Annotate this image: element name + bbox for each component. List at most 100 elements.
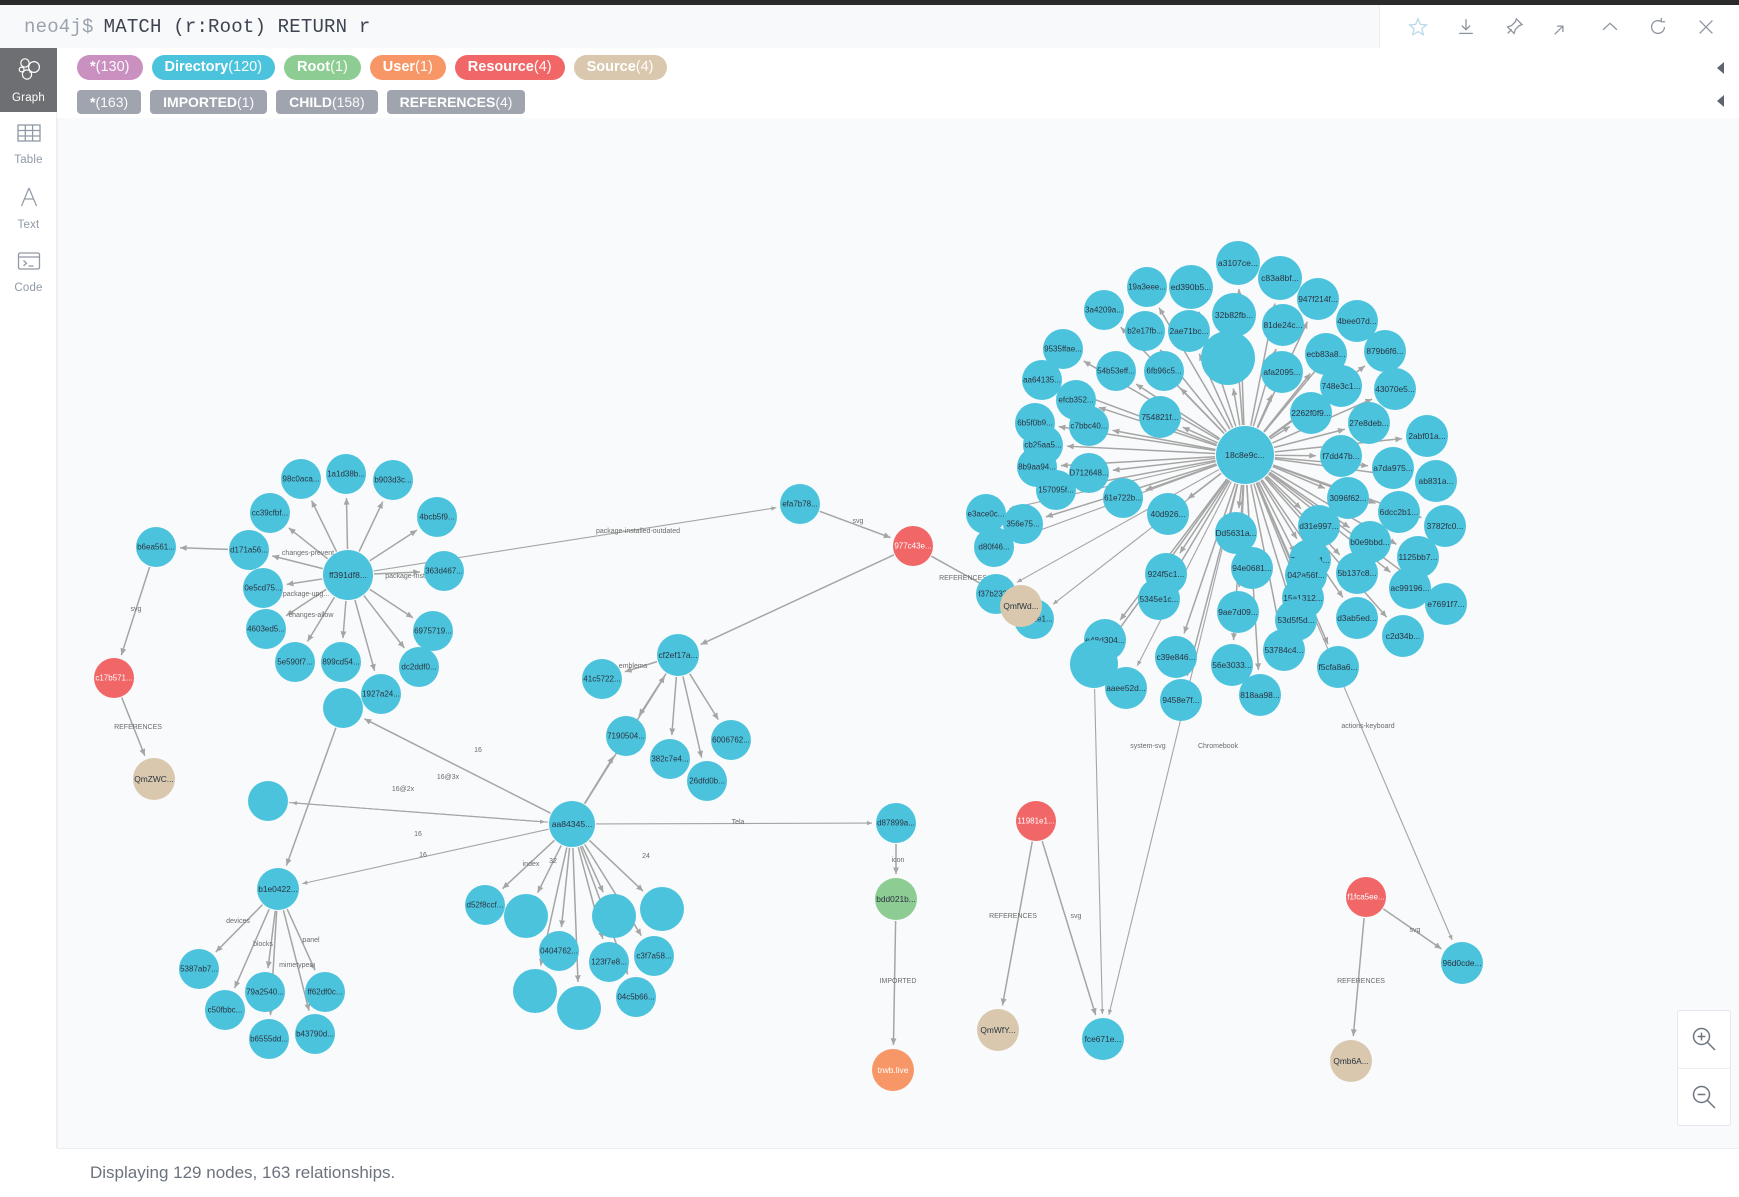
download-icon[interactable] <box>1455 16 1477 38</box>
graph-edge[interactable] <box>179 544 229 551</box>
node-circle-directory[interactable] <box>1138 578 1180 620</box>
node-circle-directory[interactable] <box>1374 368 1416 410</box>
graph-node[interactable]: 40d926... <box>1147 493 1189 535</box>
labels-collapse-arrow[interactable] <box>1713 60 1729 76</box>
node-circle-directory[interactable] <box>1168 310 1210 352</box>
refresh-icon[interactable] <box>1647 16 1669 38</box>
graph-node[interactable]: a7da975... <box>1372 447 1414 489</box>
pin-icon[interactable] <box>1503 16 1525 38</box>
graph-node[interactable]: c50fbbc... <box>205 990 245 1030</box>
node-circle-directory[interactable] <box>780 484 820 524</box>
graph-edge[interactable] <box>502 839 555 890</box>
graph-node[interactable]: dc2ddf0... <box>399 647 439 687</box>
graph-node[interactable] <box>592 894 636 938</box>
graph-node[interactable]: b6555dd... <box>249 1019 289 1059</box>
graph-node[interactable]: c83a8bf... <box>1258 256 1302 300</box>
graph-edge[interactable] <box>1094 688 1105 1015</box>
node-circle-directory[interactable] <box>1263 629 1305 671</box>
graph-edge[interactable] <box>215 904 264 953</box>
graph-edge[interactable] <box>272 554 323 570</box>
node-circle-directory[interactable] <box>687 761 727 801</box>
node-circle-directory[interactable] <box>711 720 751 760</box>
graph-node[interactable]: aa84345... <box>549 801 595 847</box>
node-circle-directory[interactable] <box>399 647 439 687</box>
graph-node[interactable]: 5b137c8... <box>1336 552 1378 594</box>
node-circle-directory[interactable] <box>1147 493 1189 535</box>
graph-node[interactable]: 899cd54... <box>321 642 361 682</box>
query-editor-input[interactable]: neo4j$ MATCH (r:Root) RETURN r <box>0 5 1380 48</box>
node-circle-directory[interactable] <box>246 609 286 649</box>
graph-node[interactable]: 53784c4... <box>1263 629 1305 671</box>
graph-edge[interactable] <box>358 501 384 552</box>
graph-node[interactable]: 5387ab7... <box>179 949 219 989</box>
graph-node[interactable]: 7190504... <box>606 716 646 756</box>
node-circle-directory[interactable] <box>606 716 646 756</box>
rail-item-graph[interactable]: Graph <box>0 48 57 112</box>
label-chip-resource[interactable]: Resource (4) <box>454 54 565 80</box>
graph-node[interactable]: 754821f... <box>1139 396 1181 438</box>
node-circle-directory[interactable] <box>136 527 176 567</box>
node-circle-directory[interactable] <box>1389 567 1431 609</box>
graph-node[interactable]: 6006762... <box>711 720 751 760</box>
graph-edge[interactable] <box>819 510 891 539</box>
node-circle-directory[interactable] <box>1084 290 1124 330</box>
node-circle-directory[interactable] <box>974 527 1014 567</box>
graph-node[interactable]: ac99196... <box>1389 567 1431 609</box>
graph-node[interactable]: aaee52d... <box>1105 667 1147 709</box>
node-circle-directory[interactable] <box>1372 447 1414 489</box>
graph-canvas[interactable]: package-installed-outdated svg REFERENCES e… <box>57 118 1739 1148</box>
label-chip-root[interactable]: Root (1) <box>284 54 361 80</box>
graph-node[interactable]: f5cfa8a6... <box>1317 646 1359 688</box>
node-circle-directory[interactable] <box>249 1019 289 1059</box>
node-circle-resource[interactable] <box>1346 877 1386 917</box>
graph-edge[interactable] <box>285 727 337 866</box>
graph-node[interactable]: QmZWC... <box>133 758 175 800</box>
graph-node[interactable]: c2d34b... <box>1382 615 1424 657</box>
node-circle-source[interactable] <box>977 1009 1019 1051</box>
graph-edge[interactable] <box>890 920 897 1046</box>
label-chip-source[interactable]: Source (4) <box>573 54 667 80</box>
node-circle-directory[interactable] <box>1364 330 1406 372</box>
graph-edge[interactable] <box>689 673 719 721</box>
node-circle-directory[interactable] <box>1406 415 1448 457</box>
zoom-out-button[interactable] <box>1678 1069 1730 1126</box>
graph-node[interactable]: 818aa98... <box>1239 674 1281 716</box>
node-circle-directory[interactable] <box>361 674 401 714</box>
node-circle-directory[interactable] <box>323 688 363 728</box>
node-circle-directory[interactable] <box>1169 265 1213 309</box>
graph-node[interactable]: 61e722b... <box>1103 478 1143 518</box>
node-circle-directory[interactable] <box>1441 942 1483 984</box>
node-circle-directory[interactable] <box>1261 351 1303 393</box>
graph-node[interactable]: 9458e7f... <box>1160 679 1202 721</box>
graph-node[interactable]: 123f7e8... <box>589 942 629 982</box>
node-circle-directory[interactable] <box>1239 674 1281 716</box>
node-circle-directory[interactable] <box>1262 304 1304 346</box>
node-circle-directory[interactable] <box>1382 615 1424 657</box>
graph-node[interactable]: 2262f0f9... <box>1290 392 1332 434</box>
graph-node[interactable]: 26dfd0b... <box>687 761 727 801</box>
graph-edge[interactable] <box>1000 841 1033 1006</box>
node-circle-directory[interactable] <box>1415 460 1457 502</box>
node-circle-directory[interactable] <box>250 493 290 533</box>
graph-node[interactable]: d171a56... <box>229 530 269 570</box>
graph-node[interactable]: d52f8ccf... <box>465 885 505 925</box>
graph-node[interactable]: b903d3c... <box>373 460 413 500</box>
node-circle-directory[interactable] <box>413 611 453 651</box>
node-circle-directory[interactable] <box>1297 278 1339 320</box>
node-circle-directory[interactable] <box>1022 360 1062 400</box>
rail-item-text[interactable]: Text <box>0 176 57 240</box>
graph-edge[interactable] <box>340 600 347 639</box>
graph-node[interactable]: 2abf01a... <box>1406 415 1448 457</box>
graph-node[interactable]: aa64135... <box>1022 360 1062 400</box>
node-circle-directory[interactable] <box>1348 402 1390 444</box>
graph-node[interactable]: 382c7e4... <box>650 739 690 779</box>
graph-edge[interactable] <box>285 588 327 617</box>
node-circle-directory[interactable] <box>1258 256 1302 300</box>
graph-node[interactable]: 3a4209a... <box>1084 290 1124 330</box>
node-circle-directory[interactable] <box>589 942 629 982</box>
node-circle-resource[interactable] <box>893 526 933 566</box>
graph-node[interactable]: 04c5b66... <box>616 977 656 1017</box>
graph-edge[interactable] <box>120 566 151 656</box>
close-icon[interactable] <box>1695 16 1717 38</box>
node-circle-directory[interactable] <box>243 568 283 608</box>
